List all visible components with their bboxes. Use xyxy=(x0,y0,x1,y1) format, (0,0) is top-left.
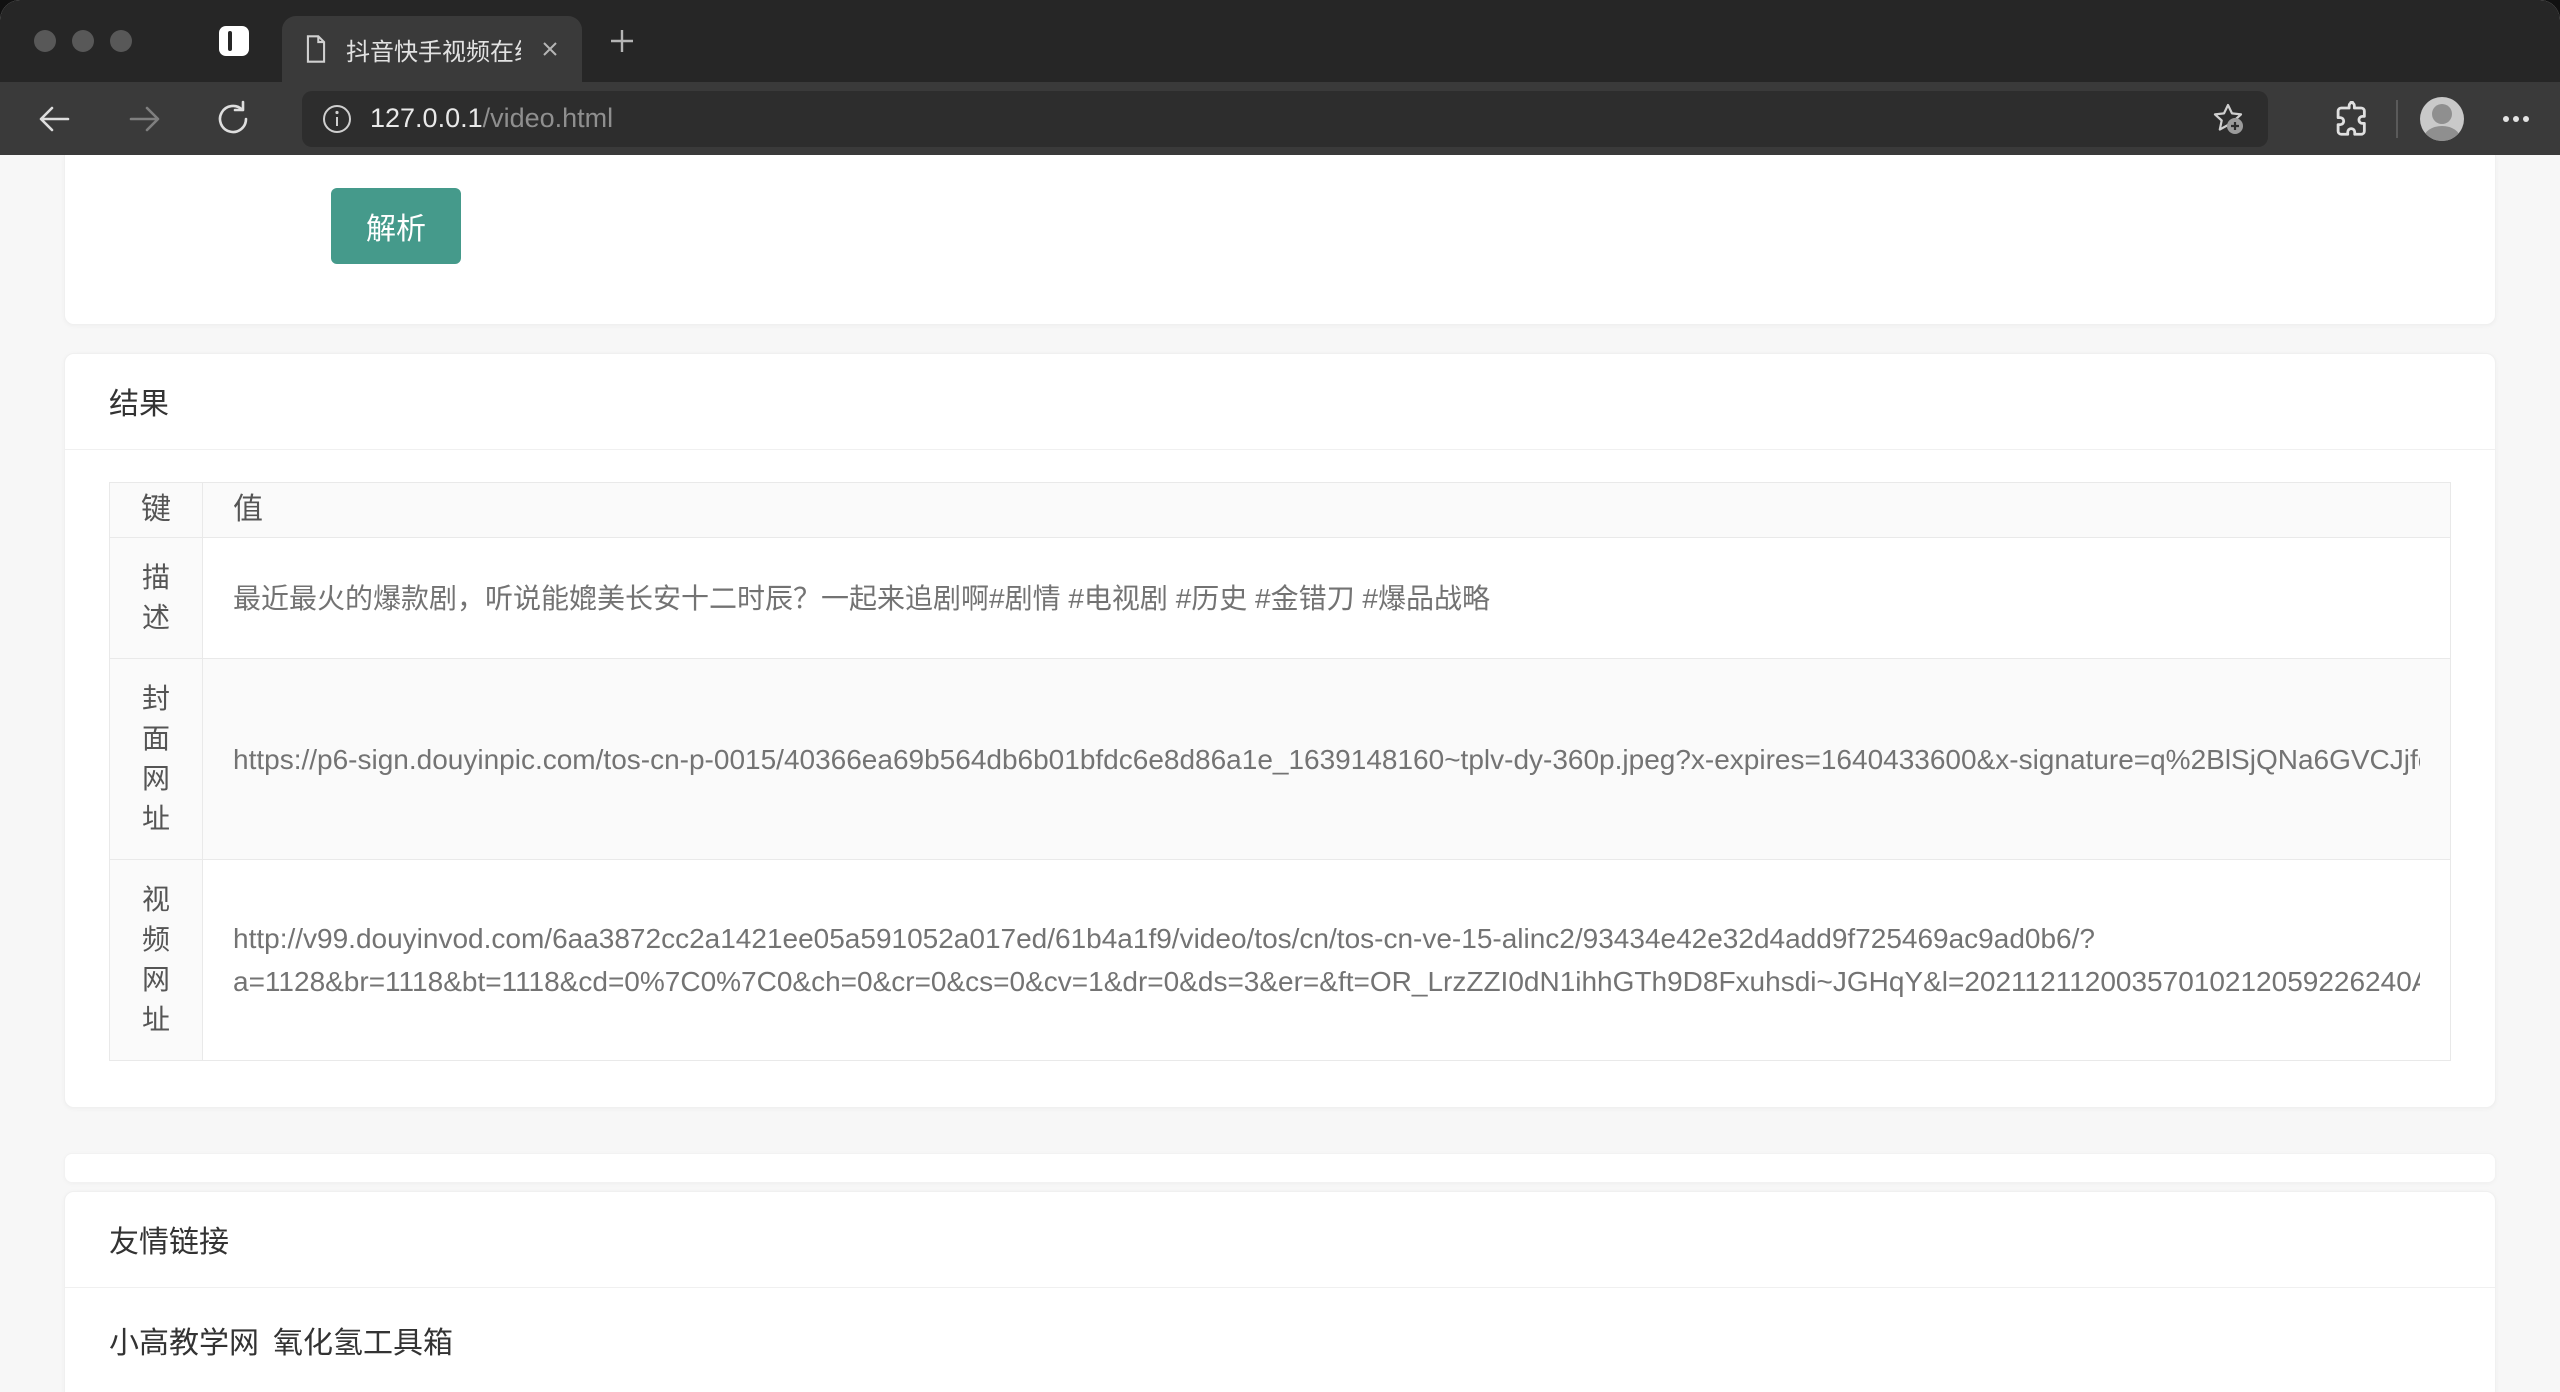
url-host: 127.0.0.1 xyxy=(370,103,483,133)
parse-button[interactable]: 解析 xyxy=(331,188,461,264)
browser-toolbar: 127.0.0.1/video.html xyxy=(0,82,2560,155)
profile-avatar[interactable] xyxy=(2420,97,2464,141)
site-info-icon[interactable] xyxy=(320,102,354,136)
row-value-line: http://v99.douyinvod.com/6aa3872cc2a1421… xyxy=(233,917,2420,960)
address-bar[interactable]: 127.0.0.1/video.html xyxy=(302,91,2268,147)
table-row: 视频网址 http://v99.douyinvod.com/6aa3872cc2a… xyxy=(110,860,2451,1061)
toolbar-right-icons xyxy=(2326,95,2540,143)
row-key-cell: 描述 xyxy=(110,538,203,659)
favorite-add-icon[interactable] xyxy=(2206,97,2250,141)
row-value-line: a=1128&br=1118&bt=1118&cd=0%7C0%7C0&ch=0… xyxy=(233,960,2420,1003)
table-header-row: 键 值 xyxy=(110,483,2451,538)
spacer-strip xyxy=(64,1153,2496,1183)
result-section-title: 结果 xyxy=(65,390,2495,420)
row-value-line: https://p6-sign.douyinpic.com/tos-cn-p-0… xyxy=(233,738,2420,781)
back-button[interactable] xyxy=(33,97,77,141)
url-text: 127.0.0.1/video.html xyxy=(370,103,613,134)
friend-link[interactable]: 氧化氢工具箱 xyxy=(273,1327,453,1360)
row-key-cell: 封面网址 xyxy=(110,659,203,860)
tab-panel-icon[interactable] xyxy=(214,21,254,61)
result-table-wrap: 键 值 描述最近最火的爆款剧，听说能媲美长安十二时辰？一起来追剧啊#剧情 #电视… xyxy=(65,450,2495,1107)
url-path: /video.html xyxy=(483,103,614,133)
friend-link[interactable]: 小高教学网 xyxy=(109,1327,259,1360)
page-content: 解析 结果 键 值 描述最近最火的爆款剧，听说能媲美长安十二时辰？一起来追剧啊#… xyxy=(0,155,2560,1392)
value-column-header: 值 xyxy=(203,483,2451,538)
tab-close-icon[interactable] xyxy=(537,32,562,66)
forward-button[interactable] xyxy=(122,97,166,141)
window-close-button[interactable] xyxy=(34,30,56,52)
tab-bar: 抖音快手视频在线解析 xyxy=(0,0,2560,82)
toolbar-separator xyxy=(2396,100,2398,138)
window-controls xyxy=(34,30,132,52)
table-row: 封面网址 https://p6-sign.douyinpic.com/tos-cn… xyxy=(110,659,2451,860)
more-menu-icon[interactable] xyxy=(2492,95,2540,143)
row-value-cell: 最近最火的爆款剧，听说能媲美长安十二时辰？一起来追剧啊#剧情 #电视剧 #历史 … xyxy=(203,538,2451,659)
result-table: 键 值 描述最近最火的爆款剧，听说能媲美长安十二时辰？一起来追剧啊#剧情 #电视… xyxy=(109,482,2451,1061)
browser-tab[interactable]: 抖音快手视频在线解析 xyxy=(282,16,582,82)
friend-links: 小高教学网氧化氢工具箱 xyxy=(65,1288,2495,1392)
new-tab-button[interactable] xyxy=(600,19,644,63)
page-document-icon xyxy=(302,34,330,64)
browser-window: 抖音快手视频在线解析 xyxy=(0,0,2560,1392)
window-minimize-button[interactable] xyxy=(72,30,94,52)
reload-button[interactable] xyxy=(211,97,255,141)
result-card: 结果 键 值 描述最近最火的爆款剧，听说能媲美长安十二时辰？一起来追剧啊#剧情 … xyxy=(64,353,2496,1108)
links-section-title: 友情链接 xyxy=(65,1228,2495,1258)
row-value-line: 最近最火的爆款剧，听说能媲美长安十二时辰？一起来追剧啊#剧情 #电视剧 #历史 … xyxy=(233,577,2420,620)
tab-title: 抖音快手视频在线解析 xyxy=(346,32,521,67)
table-row: 描述最近最火的爆款剧，听说能媲美长安十二时辰？一起来追剧啊#剧情 #电视剧 #历… xyxy=(110,538,2451,659)
parse-card: 解析 xyxy=(64,155,2496,325)
key-column-header: 键 xyxy=(110,483,203,538)
row-value-cell: https://p6-sign.douyinpic.com/tos-cn-p-0… xyxy=(203,659,2451,860)
friend-links-card: 友情链接 小高教学网氧化氢工具箱 xyxy=(64,1191,2496,1392)
result-table-body: 描述最近最火的爆款剧，听说能媲美长安十二时辰？一起来追剧啊#剧情 #电视剧 #历… xyxy=(110,538,2451,1061)
row-value-cell: http://v99.douyinvod.com/6aa3872cc2a1421… xyxy=(203,860,2451,1061)
row-key-cell: 视频网址 xyxy=(110,860,203,1061)
extensions-puzzle-icon[interactable] xyxy=(2326,95,2374,143)
window-zoom-button[interactable] xyxy=(110,30,132,52)
